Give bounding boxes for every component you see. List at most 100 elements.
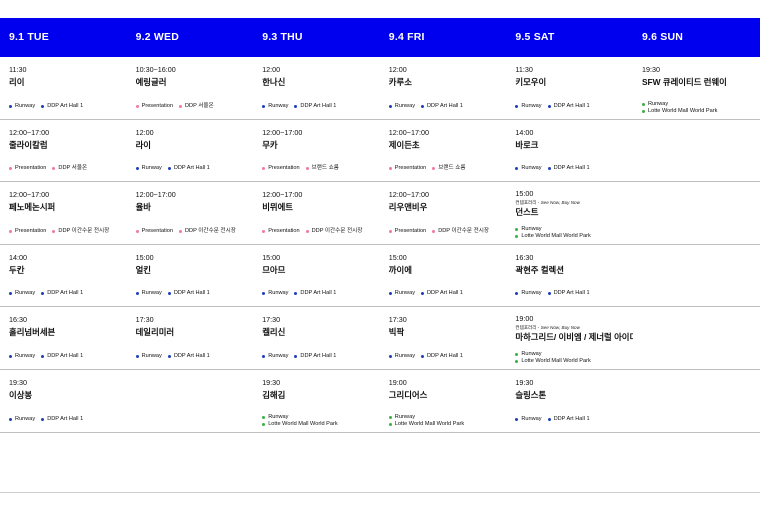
event-cell[interactable]: 17:30 빅팍 Runway DDP Art Hall 1	[380, 307, 507, 369]
event-cell[interactable]: 19:30 SFW 큐레이티드 런웨이 Runway Lotte World Mall…	[633, 57, 760, 119]
event-time: 17:30	[388, 315, 407, 325]
event-cell[interactable]: 12:00~17:00 율바 Presentation DDP 이간수문 전시장	[127, 182, 254, 244]
tag-dot-icon	[294, 354, 298, 358]
event-cell[interactable]: 12:00 한나신 Runway DDP Art Hall 1	[253, 57, 380, 119]
tag-dot-icon	[41, 417, 45, 421]
event-cell[interactable]: 12:00~17:00 페노메논시퍼 Presentation DDP 이간수문 전시…	[0, 182, 127, 244]
event-time: 12:00	[262, 65, 281, 74]
empty-cell	[633, 120, 760, 182]
event-tag: Presentation	[135, 228, 173, 235]
schedule-header: 9.1 TUE 9.2 WED 9.3 THU 9.4 FRI 9.5 SAT …	[0, 18, 760, 57]
event-tag: Presentation	[135, 103, 173, 110]
tag-dot-icon	[641, 102, 645, 106]
event-cell[interactable]: 12:00~17:00 비뮈에트 Presentation DDP 이간수문 전시장	[253, 182, 380, 244]
event-tag: Lotte World Mall World Park	[515, 232, 591, 240]
tag-dot-icon	[515, 292, 519, 296]
tag-dot-icon	[9, 292, 12, 296]
event-cell[interactable]: 17:30 데일리미러 Runway DDP Art Hall 1	[127, 307, 254, 369]
event-tags: Runway DDP Art Hall 1	[515, 103, 595, 111]
tag-label: DDP Art Hall 1	[553, 102, 590, 109]
event-note: 컨템포러리 - See Now, Buy Now	[515, 325, 627, 331]
tag-dot-icon	[547, 417, 551, 421]
event-cell[interactable]: 14:00 두칸 Runway DDP Art Hall 1	[0, 245, 127, 307]
event-cell[interactable]: 11:30 키모우이 Runway DDP Art Hall 1	[506, 57, 633, 119]
tag-dot-icon	[294, 104, 298, 108]
event-cell[interactable]: 12:00 카루소 Runway DDP Art Hall 1	[380, 57, 507, 119]
tag-label: Runway	[394, 290, 415, 297]
tag-label: DDP Art Hall 1	[300, 102, 337, 109]
tag-dot-icon	[388, 167, 392, 171]
event-cell[interactable]: 10:30~16:00 예링글러 Presentation DDP 서울온	[127, 57, 254, 119]
event-time: 12:00~17:00	[262, 190, 303, 200]
tag-label: DDP 서울온	[58, 165, 88, 172]
event-cell[interactable]: 16:30 홀리넘버세븐 Runway DDP Art Hall 1	[0, 307, 127, 369]
event-tag: DDP Art Hall 1	[421, 353, 463, 360]
event-tag: Runway	[9, 290, 35, 297]
event-tags: Runway DDP Art Hall 1	[262, 103, 342, 111]
tag-label: Runway	[268, 352, 289, 359]
tag-dot-icon	[515, 417, 519, 421]
tag-label: Runway	[268, 102, 289, 109]
event-cell[interactable]: 15:00 얼킨 Runway DDP Art Hall 1	[127, 245, 254, 307]
event-title: 슬링스톤	[515, 389, 547, 400]
tag-label: DDP Art Hall 1	[553, 415, 590, 422]
event-note-tagline: See Now, Buy Now	[540, 200, 580, 206]
tag-dot-icon	[135, 167, 139, 171]
event-time: 19:30	[262, 377, 281, 387]
event-tags: Runway Lotte World Mall World Park	[388, 414, 470, 428]
event-cell[interactable]: 15:00 까이에 Runway DDP Art Hall 1	[380, 245, 507, 307]
event-title: 켈리신	[262, 327, 286, 338]
event-time: 19:00	[388, 377, 407, 387]
event-title: 리우앤비우	[388, 202, 428, 213]
event-tag: DDP 서울온	[52, 165, 87, 172]
event-title: 이상봉	[9, 389, 33, 400]
event-cell[interactable]: 12:00~17:00 제이든초 Presentation 브랜드 쇼룸	[380, 120, 507, 182]
tag-label: Presentation	[394, 165, 427, 172]
event-cell[interactable]: 12:00 라이 Runway DDP Art Hall 1	[127, 120, 254, 182]
event-time: 10:30~16:00	[135, 65, 176, 74]
event-cell[interactable]: 11:30 리이 Runway DDP Art Hall 1	[0, 57, 127, 119]
event-time: 12:00~17:00	[262, 127, 303, 137]
tag-dot-icon	[547, 167, 551, 171]
event-cell[interactable]: 12:00~17:00 무카 Presentation 브랜드 쇼룸	[253, 120, 380, 182]
event-title: 페노메논시퍼	[9, 202, 56, 213]
event-tag: Lotte World Mall World Park	[641, 108, 717, 115]
tag-label: Runway	[15, 102, 36, 109]
event-tags: Runway Lotte World Mall World Park	[262, 414, 343, 428]
event-cell[interactable]: 19:30 슬링스톤 Runway DDP Art Hall 1	[506, 370, 633, 432]
event-tag: DDP Art Hall 1	[41, 290, 83, 297]
event-tag: Runway	[515, 103, 542, 110]
day-header-tue: 9.1 TUE	[9, 31, 49, 43]
tag-dot-icon	[9, 104, 12, 108]
tag-label: Lotte World Mall World Park	[521, 232, 591, 239]
event-cell[interactable]: 17:30 켈리신 Runway DDP Art Hall 1	[253, 307, 380, 369]
event-title: 비뮈에트	[262, 202, 294, 213]
tag-label: Lotte World Mall World Park	[268, 420, 338, 427]
tag-label: DDP Art Hall 1	[427, 102, 463, 109]
day-header-sat: 9.5 SAT	[515, 31, 555, 43]
event-cell[interactable]: 19:30 김해김 Runway Lotte World Mall World Par…	[253, 370, 380, 432]
event-cell[interactable]: 16:30 곽현주 컬렉션 Runway DDP Art Hall 1	[506, 245, 633, 307]
event-cell[interactable]: 15:00 므아므 Runway DDP Art Hall 1	[253, 245, 380, 307]
event-tag: Runway	[388, 414, 464, 421]
tag-dot-icon	[262, 292, 266, 296]
event-cell[interactable]: 19:00 그리디어스 Runway Lotte World Mall World P…	[380, 370, 507, 432]
event-cell[interactable]: 12:00~17:00 줄라이칼럼 Presentation DDP 서울온	[0, 120, 127, 182]
event-tag: DDP Art Hall 1	[547, 165, 590, 172]
event-tag: Lotte World Mall World Park	[388, 421, 464, 428]
tag-label: DDP 이간수문 전시장	[185, 227, 236, 234]
event-cell[interactable]: 12:00~17:00 리우앤비우 Presentation DDP 이간수문 전시장	[380, 182, 507, 244]
tag-dot-icon	[641, 109, 645, 113]
event-time: 19:30	[9, 377, 27, 387]
event-tag: DDP Art Hall 1	[421, 290, 463, 297]
event-tags: Presentation DDP 서울온	[9, 165, 93, 173]
event-cell[interactable]: 14:00 바로크 Runway DDP Art Hall 1	[506, 120, 633, 182]
event-cell[interactable]: 19:00 컨템포러리 - See Now, Buy Now 마하그리드/ 이비엠 …	[506, 307, 633, 369]
event-title: 제이든초	[388, 139, 420, 150]
event-cell[interactable]: 19:30 이상봉 Runway DDP Art Hall 1	[0, 370, 127, 432]
day-header-fri: 9.4 FRI	[388, 31, 425, 43]
event-note-category: 컨템포러리 -	[515, 325, 541, 331]
schedule-row: 14:00 두칸 Runway DDP Art Hall 1 15:00 얼킨 Runway…	[0, 245, 760, 308]
tag-label: Runway	[521, 350, 542, 357]
event-cell[interactable]: 15:00 컨템포러리 - See Now, Buy Now 던스트 Runway Lo…	[506, 182, 633, 244]
